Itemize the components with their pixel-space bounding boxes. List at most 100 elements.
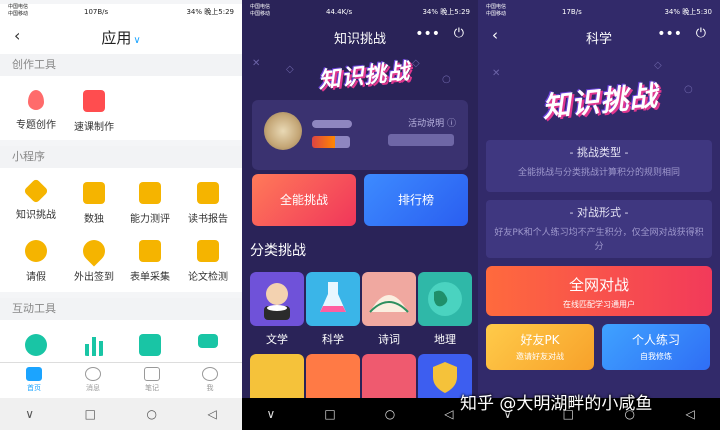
- paper-check-icon: [197, 240, 219, 262]
- button-title: 好友PK: [520, 333, 560, 347]
- app-touch[interactable]: [6, 334, 66, 362]
- nav-home-icon[interactable]: ○: [146, 407, 156, 421]
- app-label: 数独: [84, 214, 104, 225]
- nav-back-icon[interactable]: ◁: [207, 407, 216, 421]
- nav-back-icon[interactable]: ◁: [444, 407, 453, 421]
- globe-icon: [428, 282, 462, 316]
- category-card-row2[interactable]: [306, 354, 360, 402]
- category-label: 科学: [322, 333, 344, 346]
- avatar[interactable]: [264, 112, 302, 150]
- phone-science-screen: 中国电信 中国移动 17B/s 34% 晚上5:30 ‹ 科学 ••• ⏻ ✕ …: [478, 0, 720, 430]
- app-knowledge-challenge[interactable]: 知识挑战: [6, 178, 66, 221]
- nav-back-icon[interactable]: ◁: [685, 407, 694, 421]
- power-icon[interactable]: ⏻: [454, 26, 464, 41]
- power-icon[interactable]: ⏻: [696, 26, 706, 41]
- miniapps-grid: 知识挑战 数独 能力测评 读书报告 请假 外出签到 表单采集 论文检测: [0, 168, 242, 292]
- sudoku-icon: [83, 182, 105, 204]
- app-label: 外出签到: [74, 272, 114, 283]
- nav-down-icon[interactable]: ∨: [267, 407, 276, 421]
- personal-practice-button[interactable]: 个人练习 自我修炼: [602, 324, 710, 370]
- nav-home-icon[interactable]: ○: [385, 407, 395, 421]
- app-leave[interactable]: 请假: [6, 240, 66, 283]
- category-card-row2[interactable]: [250, 354, 304, 402]
- user-icon: [202, 367, 218, 381]
- app-topic-creation[interactable]: 专题创作: [6, 90, 66, 131]
- title-text: 应用: [101, 29, 132, 47]
- section-title-creation: 创作工具: [0, 54, 242, 76]
- challenge-logo: 知识挑战: [540, 79, 660, 124]
- more-dots-icon[interactable]: •••: [657, 26, 682, 42]
- category-geography-card[interactable]: [418, 272, 472, 326]
- more-dots-icon[interactable]: •••: [415, 26, 440, 42]
- page-title: 知识挑战: [333, 32, 386, 47]
- all-round-challenge-button[interactable]: 全能挑战: [252, 174, 356, 226]
- box-heading: - 对战形式 -: [569, 206, 629, 219]
- app-label: 能力测评: [130, 214, 170, 225]
- app-sudoku[interactable]: 数独: [64, 182, 124, 225]
- app-quick-lesson[interactable]: 速课制作: [64, 90, 124, 133]
- app-label: 知识挑战: [16, 210, 56, 221]
- phone-challenge-screen: 中国电信 中国移动 44.4K/s 34% 晚上5:29 知识挑战 ••• ⏻ …: [242, 0, 478, 430]
- section-title-interactive: 互动工具: [0, 298, 242, 320]
- blurred-badge: [312, 136, 350, 148]
- phone-apps-screen: 中国电信 中国移动 107B/s 34% 晚上5:29 ‹ 应用 ∨ 创作工具 专…: [0, 0, 242, 430]
- flask-icon: [320, 282, 346, 312]
- blurred-score: [388, 134, 454, 146]
- status-bar: 中国电信 中国移动 44.4K/s 34% 晚上5:29: [242, 4, 478, 20]
- nav-recent-icon[interactable]: □: [324, 407, 335, 421]
- nav-recent-icon[interactable]: □: [85, 407, 96, 421]
- friend-pk-button[interactable]: 好友PK 邀请好友对战: [486, 324, 594, 370]
- category-literature-card[interactable]: [250, 272, 304, 326]
- leaderboard-button[interactable]: 排行榜: [364, 174, 468, 226]
- section-title-miniapps: 小程序: [0, 146, 242, 168]
- info-icon: ⓘ: [446, 119, 456, 129]
- app-paper-check[interactable]: 论文检测: [178, 240, 238, 283]
- app-header: 知识挑战 ••• ⏻: [242, 22, 478, 50]
- touch-icon: [25, 334, 47, 356]
- tab-me[interactable]: 我: [190, 367, 230, 393]
- assessment-icon: [139, 182, 161, 204]
- balloon-icon: [28, 90, 44, 110]
- tab-label: 首页: [27, 384, 41, 392]
- system-nav-bar: ∨ □ ○ ◁: [242, 398, 478, 430]
- tab-notes[interactable]: 笔记: [132, 367, 172, 393]
- form-icon: [139, 240, 161, 262]
- app-checkin[interactable]: 外出签到: [64, 235, 124, 283]
- app-form-collect[interactable]: 表单采集: [120, 240, 180, 283]
- category-poetry-card[interactable]: [362, 272, 416, 326]
- page-title[interactable]: 应用 ∨: [0, 27, 242, 48]
- home-icon: [26, 367, 42, 381]
- category-label: 诗词: [378, 333, 400, 346]
- carrier-label: 中国电信 中国移动: [486, 4, 507, 17]
- decor-circle-icon: ○: [684, 84, 693, 95]
- app-label: 读书报告: [188, 214, 228, 225]
- activity-link[interactable]: 活动说明 ⓘ: [408, 116, 456, 129]
- decor-cross-icon: ✕: [492, 68, 501, 79]
- tab-messages[interactable]: 消息: [73, 367, 113, 393]
- category-card-row2[interactable]: [362, 354, 416, 402]
- button-title: 个人练习: [631, 333, 680, 347]
- profile-card: 活动说明 ⓘ: [252, 100, 468, 170]
- challenge-logo: 知识挑战: [317, 59, 412, 94]
- app-header: ‹ 应用 ∨: [0, 20, 242, 54]
- app-ability-test[interactable]: 能力测评: [120, 182, 180, 225]
- chevron-down-icon[interactable]: ∨: [133, 35, 140, 46]
- app-live[interactable]: [178, 334, 238, 354]
- swords-icon: [23, 178, 49, 204]
- status-bar: 中国电信 中国移动 107B/s 34% 晚上5:29: [0, 4, 242, 20]
- app-reading-report[interactable]: 读书报告: [178, 182, 238, 225]
- category-section-title: 分类挑战: [250, 243, 306, 259]
- presentation-icon: [139, 334, 161, 356]
- blurred-username: [312, 120, 352, 128]
- tab-home[interactable]: 首页: [14, 367, 54, 393]
- clock: 晚上5:29: [204, 8, 234, 16]
- category-science-card[interactable]: [306, 272, 360, 326]
- nav-down-icon[interactable]: ∨: [25, 407, 34, 421]
- app-present[interactable]: [120, 334, 180, 362]
- decor-cross-icon: ✕: [252, 58, 261, 69]
- online-battle-button[interactable]: 全网对战 在线匹配学习通用户: [486, 266, 712, 316]
- video-camera-icon: [198, 334, 218, 348]
- report-chart-icon: [197, 182, 219, 204]
- challenge-type-box: - 挑战类型 - 全能挑战与分类挑战计算积分的规则相同: [486, 140, 712, 192]
- app-label: 表单采集: [130, 272, 170, 283]
